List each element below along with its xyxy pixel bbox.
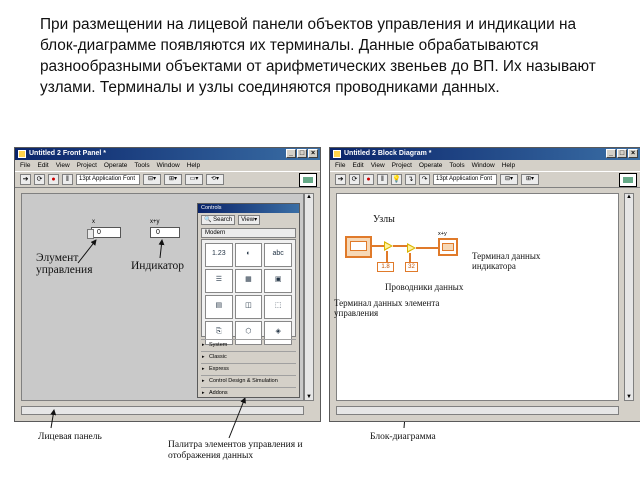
- control-terminal[interactable]: [345, 236, 372, 258]
- block-diagram-toolbar: ➔ ⟳ ● ‖ 💡 ↴ ↷ 13pt Application Font ⊟▾ ⊞…: [330, 171, 640, 188]
- data-wire[interactable]: [416, 247, 439, 249]
- annotation-control-terminal: Терминал данных элемента управления: [334, 298, 440, 318]
- graph-palette-icon[interactable]: ▣: [264, 269, 292, 293]
- data-wire[interactable]: [393, 245, 407, 247]
- pause-icon[interactable]: ‖: [377, 174, 388, 185]
- container-palette-icon[interactable]: ◫: [234, 295, 263, 319]
- numeric-palette-icon[interactable]: 1.23: [205, 243, 233, 267]
- numeric-constant[interactable]: 32: [405, 262, 418, 272]
- numeric-constant[interactable]: 1.8: [377, 262, 394, 272]
- abort-icon[interactable]: ●: [363, 174, 374, 185]
- io-palette-icon[interactable]: ⬚: [264, 295, 292, 319]
- distribute-objects-icon[interactable]: ⊞▾: [521, 174, 539, 185]
- palette-category-control-design[interactable]: Control Design & Simulation: [201, 375, 296, 387]
- block-diagram-title: Untitled 2 Block Diagram *: [344, 150, 432, 157]
- minimize-button[interactable]: _: [606, 149, 616, 158]
- array-palette-icon[interactable]: ▦: [234, 269, 263, 293]
- align-objects-icon[interactable]: ⊟▾: [500, 174, 518, 185]
- controls-palette[interactable]: Controls 🔍 Search View▾ Modern 1.23 ◐ ab…: [197, 203, 300, 399]
- string-palette-icon[interactable]: abc: [264, 243, 292, 267]
- data-wire[interactable]: [372, 245, 384, 247]
- palette-icon-grid: 1.23 ◐ abc ☰ ▦ ▣ ▤ ◫ ⬚ ⎘ ⬡ ◈: [201, 239, 296, 345]
- boolean-palette-icon[interactable]: ◐: [234, 243, 263, 267]
- step-over-icon[interactable]: ↷: [419, 174, 430, 185]
- list-palette-icon[interactable]: ☰: [205, 269, 233, 293]
- run-arrow-icon[interactable]: ➔: [335, 174, 346, 185]
- block-diagram-menubar: File Edit View Project Operate Tools Win…: [330, 160, 640, 171]
- menu-file[interactable]: File: [335, 160, 345, 171]
- menu-operate[interactable]: Operate: [419, 160, 443, 171]
- vi-window-icon: [333, 150, 341, 158]
- caption-block-diagram: Блок-диаграмма: [370, 432, 436, 442]
- caption-palette: Палитра элементов управления и отображен…: [168, 440, 303, 461]
- dbl-terminal-icon: [442, 243, 454, 251]
- palette-category-addons[interactable]: Addons: [201, 387, 296, 399]
- close-button[interactable]: ×: [628, 149, 638, 158]
- multiply-node[interactable]: [384, 241, 393, 251]
- menu-help[interactable]: Help: [502, 160, 515, 171]
- dbl-terminal-icon: [350, 241, 367, 251]
- palette-category-express[interactable]: Express: [201, 363, 296, 375]
- run-continuously-icon[interactable]: ⟳: [349, 174, 360, 185]
- palette-category-classic[interactable]: Classic: [201, 351, 296, 363]
- add-node[interactable]: [407, 243, 416, 253]
- horizontal-scrollbar[interactable]: [336, 406, 619, 415]
- indicator-terminal[interactable]: [438, 238, 458, 256]
- menu-view[interactable]: View: [371, 160, 385, 171]
- menu-window[interactable]: Window: [472, 160, 495, 171]
- indicator-terminal-label: x+y: [438, 231, 447, 237]
- palette-section-modern[interactable]: Modern: [201, 228, 296, 238]
- font-select[interactable]: 13pt Application Font: [433, 174, 497, 185]
- palette-category-system[interactable]: System: [201, 339, 296, 351]
- menu-project[interactable]: Project: [392, 160, 412, 171]
- annotation-nodes: Узлы: [373, 214, 395, 225]
- vertical-scrollbar[interactable]: [624, 193, 634, 401]
- palette-title: Controls: [198, 204, 299, 213]
- maximize-button[interactable]: □: [617, 149, 627, 158]
- annotation-indicator-terminal: Терминал данных индикатора: [472, 251, 541, 271]
- annotation-wires: Проводники данных: [385, 282, 464, 292]
- menu-tools[interactable]: Tools: [449, 160, 464, 171]
- block-diagram-titlebar: Untitled 2 Block Diagram * _ □ ×: [330, 148, 640, 160]
- block-diagram-window: Untitled 2 Block Diagram * _ □ × File Ed…: [329, 147, 640, 422]
- highlight-execution-icon[interactable]: 💡: [391, 174, 402, 185]
- palette-view-button[interactable]: View▾: [238, 215, 261, 225]
- ring-palette-icon[interactable]: ▤: [205, 295, 233, 319]
- menu-edit[interactable]: Edit: [352, 160, 363, 171]
- vi-icon[interactable]: [619, 173, 637, 187]
- palette-search-button[interactable]: 🔍 Search: [201, 215, 236, 225]
- caption-front-panel: Лицевая панель: [38, 432, 102, 442]
- step-into-icon[interactable]: ↴: [405, 174, 416, 185]
- palette-category-list: System Classic Express Control Design & …: [201, 339, 296, 399]
